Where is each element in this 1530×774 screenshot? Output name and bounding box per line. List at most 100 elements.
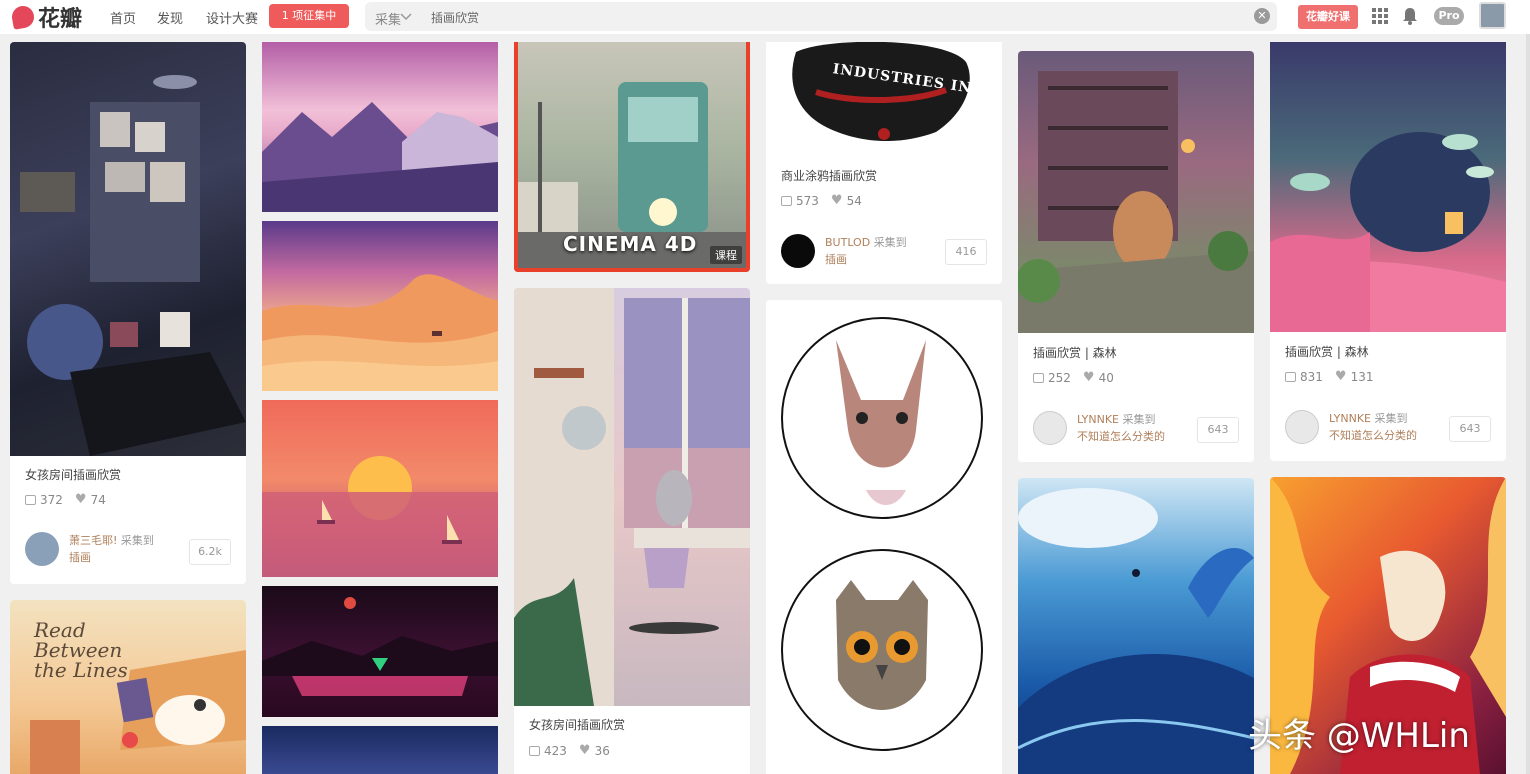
heart-icon: ♥ [1082, 370, 1095, 385]
pin-card[interactable] [262, 221, 498, 391]
sunset-sea-illustration [262, 456, 498, 577]
collect-label: 采集到 [1122, 413, 1156, 426]
like-count: 36 [594, 743, 610, 758]
collect-label: 采集到 [873, 236, 907, 249]
nav-discover[interactable]: 发现 [157, 8, 183, 27]
repin-count: 423 [544, 743, 567, 758]
username[interactable]: BUTLOD [825, 236, 870, 249]
username[interactable]: LYNNKE [1077, 413, 1119, 426]
pin-image[interactable] [514, 288, 750, 706]
heart-icon: ♥ [830, 193, 843, 208]
desert-dunes-illustration [262, 274, 498, 391]
pin-image[interactable] [10, 42, 246, 456]
heart-icon: ♥ [1334, 369, 1347, 384]
repin-count: 573 [796, 193, 819, 208]
apps-grid-icon[interactable] [1372, 8, 1388, 24]
night-landscape-illustration [262, 597, 498, 696]
board-name[interactable]: 不知道怎么分类的 [1077, 430, 1165, 443]
pin-card[interactable] [262, 42, 498, 212]
nav-home[interactable]: 首页 [110, 8, 136, 27]
pin-card[interactable]: 插画欣赏 | 森林 252 ♥ 40 LYNNKE 采集到不知道怎么分类的 643 [1018, 51, 1254, 462]
scrollbar[interactable] [1526, 34, 1530, 774]
avatar[interactable] [25, 532, 59, 566]
top-bar: 花瓣 首页 发现 设计大赛 1 项征集中 采集 ✕ 花瓣好课 Pro [0, 0, 1530, 34]
heart-icon: ♥ [578, 743, 591, 758]
nav-contest[interactable]: 设计大赛 [206, 8, 258, 27]
pin-card[interactable]: Read Between the Lines [10, 600, 246, 774]
pin-image[interactable]: Read Between the Lines [10, 600, 246, 774]
username[interactable]: 萧三毛耶! [69, 534, 117, 547]
brand-name: 花瓣 [38, 7, 83, 32]
course-tag: 课程 [710, 246, 742, 264]
pin-image[interactable] [1270, 42, 1506, 332]
pin-card[interactable] [262, 400, 498, 577]
pin-caption[interactable]: 女孩房间插画欣赏 [529, 716, 625, 733]
whale-sky-illustration [1018, 488, 1254, 774]
repin-icon [25, 494, 36, 505]
board-name[interactable]: 插画 [825, 253, 847, 266]
logo[interactable]: 花瓣 [10, 3, 83, 32]
pin-image[interactable]: INDUSTRIES INC. [766, 42, 1002, 154]
pin-attribution: BUTLOD 采集到插画 [781, 234, 907, 268]
board-count[interactable]: 6.2k [189, 539, 231, 565]
pin-caption[interactable]: 插画欣赏 | 森林 [1285, 343, 1369, 360]
purple-mountain-illustration [262, 102, 498, 212]
pin-card[interactable]: CINEMA 4D 课程 [514, 42, 750, 272]
board-count[interactable]: 643 [1449, 416, 1491, 442]
pin-card[interactable] [262, 586, 498, 717]
like-count: 131 [1350, 369, 1374, 384]
pin-stats: 831 ♥ 131 [1285, 369, 1373, 384]
board-count[interactable]: 416 [945, 239, 987, 265]
pin-card[interactable]: 女孩房间插画欣赏 372 ♥ 74 萧三毛耶! 采集到 插画 6.2k [10, 42, 246, 584]
contest-badge[interactable]: 1 项征集中 [269, 4, 349, 28]
pin-caption[interactable]: 女孩房间插画欣赏 [25, 466, 121, 483]
board-count[interactable]: 643 [1197, 417, 1239, 443]
book-title-text: Read Between the Lines [34, 618, 128, 682]
pin-image[interactable] [1018, 478, 1254, 774]
repin-icon [1033, 372, 1044, 383]
pin-card[interactable] [262, 726, 498, 774]
avatar[interactable] [781, 234, 815, 268]
bell-icon[interactable] [1402, 7, 1418, 25]
pin-card[interactable] [766, 300, 1002, 774]
girl-room-illustration [20, 75, 246, 456]
search-bar: 采集 [365, 2, 1277, 31]
pin-image[interactable] [262, 42, 498, 212]
pin-card[interactable]: 女孩房间插画欣赏 423 ♥ 36 [514, 288, 750, 774]
pro-badge[interactable]: Pro [1434, 7, 1464, 25]
pin-attribution: LYNNKE 采集到不知道怎么分类的 [1033, 411, 1165, 445]
pin-image[interactable] [262, 726, 498, 774]
pin-stats: 252 ♥ 40 [1033, 370, 1114, 385]
pin-image[interactable] [262, 400, 498, 577]
avatar[interactable] [1033, 411, 1067, 445]
clear-search-icon[interactable]: ✕ [1254, 8, 1270, 24]
username[interactable]: LYNNKE [1329, 412, 1371, 425]
avatar[interactable] [1285, 410, 1319, 444]
cat-window-illustration [514, 288, 750, 706]
pin-caption[interactable]: 插画欣赏 | 森林 [1033, 344, 1117, 361]
board-name[interactable]: 插画 [69, 551, 91, 564]
pin-caption[interactable]: 商业涂鸦插画欣赏 [781, 167, 877, 184]
pin-image[interactable] [262, 586, 498, 717]
pin-image[interactable]: CINEMA 4D 课程 [518, 42, 746, 268]
pin-card[interactable] [1018, 478, 1254, 774]
pin-image[interactable] [766, 300, 1002, 774]
user-avatar[interactable] [1479, 2, 1506, 29]
pin-card[interactable]: 插画欣赏 | 森林 831 ♥ 131 LYNNKE 采集到 不知道怎么分类的 64… [1270, 42, 1506, 461]
search-scope[interactable]: 采集 [375, 9, 401, 28]
like-count: 54 [846, 193, 862, 208]
animal-portraits-illustration [781, 317, 983, 751]
repin-icon [781, 195, 792, 206]
graffiti-logo-illustration [792, 42, 970, 141]
pin-stats: 372 ♥ 74 [25, 492, 106, 507]
chevron-down-icon[interactable] [400, 11, 412, 23]
search-input[interactable] [431, 6, 1211, 28]
pin-image[interactable] [262, 221, 498, 391]
board-name[interactable]: 不知道怎么分类的 [1329, 429, 1417, 442]
like-count: 74 [90, 492, 106, 507]
mushroom-forest-illustration [1270, 132, 1506, 332]
cinema4d-overlay: CINEMA 4D [563, 232, 698, 256]
pin-image[interactable] [1018, 51, 1254, 333]
pin-card[interactable]: INDUSTRIES INC. 商业涂鸦插画欣赏 573 ♥ 54 BUTLOD … [766, 42, 1002, 284]
promo-button[interactable]: 花瓣好课 [1298, 5, 1358, 29]
